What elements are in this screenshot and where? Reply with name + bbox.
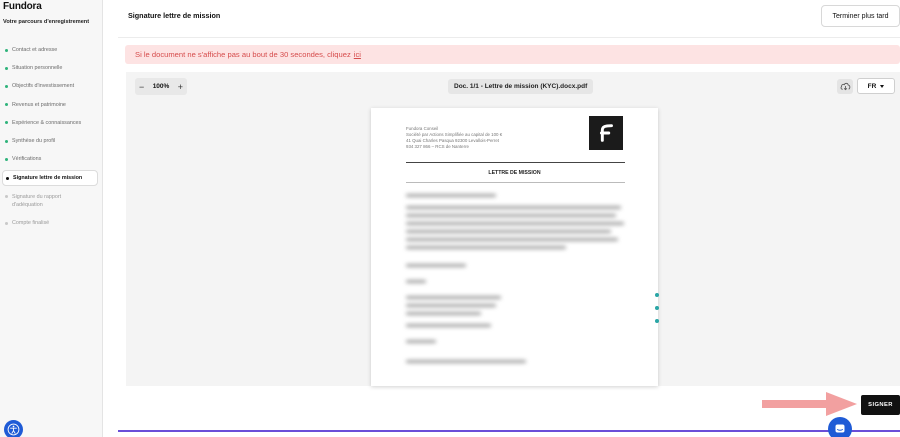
chat-icon[interactable] (828, 417, 852, 437)
resize-handle[interactable] (655, 293, 661, 332)
document-page: Fundora Conseil Société par Actions Simp… (371, 108, 658, 386)
cloud-download-icon[interactable] (837, 79, 853, 94)
brand-logo: Fundora (3, 1, 42, 12)
step-label: Objectifs d'investissement (12, 83, 75, 90)
zoom-level: 100% (152, 83, 170, 90)
company-logo (589, 116, 623, 150)
step-label: Situation personnelle (12, 65, 63, 72)
handle-dot (655, 293, 659, 297)
chevron-down-icon (880, 84, 885, 88)
step-done-dot (5, 84, 8, 88)
step-objectifs[interactable]: Objectifs d'investissement (0, 77, 103, 95)
step-active-dot (6, 176, 9, 180)
step-contact[interactable]: Contact et adresse (0, 41, 103, 59)
step-signature-lettre[interactable]: Signature lettre de mission (2, 170, 98, 187)
step-done-dot (5, 103, 8, 107)
zoom-control: − 100% + (135, 78, 187, 95)
step-situation[interactable]: Situation personnelle (0, 59, 103, 77)
document-name: Doc. 1/1 - Lettre de mission (KYC).docx.… (448, 79, 594, 94)
step-done-dot (5, 48, 8, 52)
step-verifications[interactable]: Vérifications (0, 150, 103, 168)
language-value: FR (867, 82, 877, 90)
step-label: Compte finalisé (12, 220, 50, 227)
step-done-dot (5, 157, 8, 161)
step-label: Vérifications (12, 156, 42, 163)
alert-link[interactable]: ici (354, 50, 361, 59)
step-done-dot (5, 121, 8, 125)
document-rule (406, 162, 625, 163)
step-pending-dot (5, 195, 8, 199)
document-rule (406, 182, 625, 183)
step-pending-dot (5, 221, 8, 225)
step-list: Contact et adresse Situation personnelle… (0, 41, 103, 233)
step-experience[interactable]: Expérience & connaissances (0, 114, 103, 132)
page-title: Signature lettre de mission (128, 11, 221, 20)
address-line: 934 327 866 – RCS de Nanterre (406, 144, 469, 149)
blurred-document-text (406, 194, 636, 384)
step-synthese[interactable]: Synthèse du profil (0, 132, 103, 150)
step-label: Contact et adresse (12, 47, 58, 54)
zoom-in-button[interactable]: + (178, 82, 183, 92)
step-label: Signature lettre de mission (13, 175, 83, 182)
sidebar-subtitle: Votre parcours d'enregistrement (3, 19, 90, 25)
alert-banner: Si le document ne s'affiche pas au bout … (125, 45, 900, 64)
zoom-out-button[interactable]: − (139, 82, 144, 92)
document-viewer: − 100% + Doc. 1/1 - Lettre de mission (K… (126, 72, 900, 386)
progress-bar (118, 430, 900, 432)
step-label: Signature du rapport d'adéquation (12, 194, 62, 209)
handle-dot (655, 306, 659, 310)
step-label: Expérience & connaissances (12, 119, 82, 126)
step-done-dot (5, 66, 8, 70)
step-label: Synthèse du profil (12, 138, 56, 145)
step-revenus[interactable]: Revenus et patrimoine (0, 96, 103, 114)
step-signature-rapport: Signature du rapport d'adéquation (0, 188, 103, 214)
finish-later-button[interactable]: Terminer plus tard (821, 5, 900, 27)
alert-text: Si le document ne s'affiche pas au bout … (135, 50, 351, 59)
language-select[interactable]: FR (857, 78, 895, 94)
sign-button[interactable]: SIGNER (861, 395, 900, 415)
company-address: Fundora Conseil Société par Actions Simp… (406, 126, 502, 150)
progress-fill (118, 430, 900, 432)
step-label: Revenus et patrimoine (12, 101, 66, 108)
arrow-icon (762, 392, 857, 416)
header-divider (118, 37, 900, 38)
document-heading: LETTRE DE MISSION (488, 170, 541, 176)
sidebar: Fundora Votre parcours d'enregistrement … (0, 0, 103, 437)
step-compte-finalise: Compte finalisé (0, 214, 103, 232)
handle-dot (655, 319, 659, 323)
accessibility-icon[interactable] (4, 420, 23, 437)
step-done-dot (5, 139, 8, 143)
